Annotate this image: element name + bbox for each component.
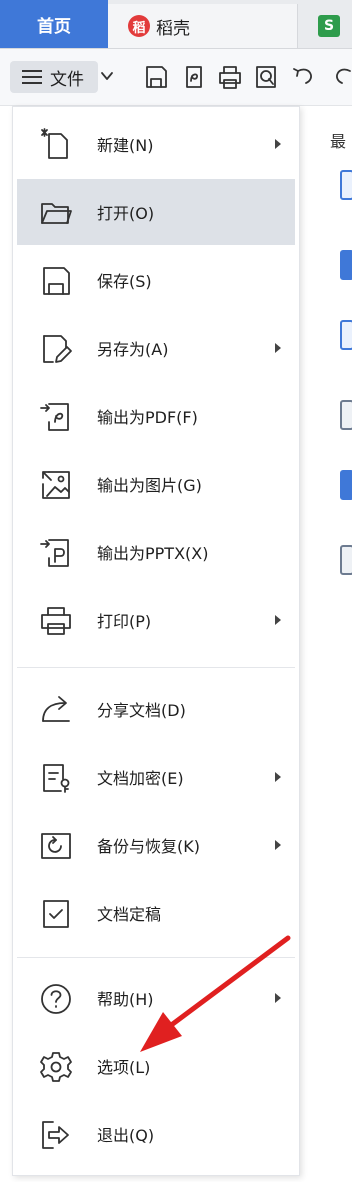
menu-item-finalize[interactable]: 文档定稿 — [17, 880, 295, 946]
help-icon — [41, 984, 71, 1014]
export-pdf-icon — [40, 403, 69, 431]
recent-label: 最 — [330, 132, 347, 151]
backup-restore-icon — [41, 833, 71, 859]
menu-item-print[interactable]: 打印(P) — [17, 587, 295, 653]
menu-item-label: 输出为图片(G) — [97, 476, 202, 495]
submenu-arrow-icon — [275, 139, 281, 149]
submenu-arrow-icon — [275, 772, 281, 782]
folder-open-icon — [41, 203, 72, 224]
submenu-arrow-icon — [275, 993, 281, 1003]
tab-home-label: 首页 — [37, 16, 71, 37]
gear-icon — [40, 1052, 72, 1082]
menu-item-encrypt[interactable]: 文档加密(E) — [17, 744, 295, 810]
print-preview-icon[interactable] — [252, 63, 280, 91]
menu-item-save-as[interactable]: 另存为(A) — [17, 315, 295, 381]
menu-item-label: 新建(N) — [97, 136, 154, 155]
tab-home[interactable]: 首页 — [0, 0, 108, 48]
doc-file-icon[interactable] — [340, 170, 352, 200]
menu-item-save[interactable]: 保存(S) — [17, 247, 295, 313]
menu-item-label: 分享文档(D) — [97, 701, 186, 720]
print-icon[interactable] — [216, 63, 244, 91]
submenu-arrow-icon — [275, 840, 281, 850]
menu-item-label: 打印(P) — [97, 612, 152, 631]
doc-file-icon[interactable] — [340, 470, 352, 500]
tab-daoke[interactable]: 稻 稻壳 — [108, 4, 298, 48]
hamburger-icon — [22, 70, 42, 84]
doc-file-icon[interactable] — [340, 545, 352, 575]
new-document-icon — [41, 128, 68, 159]
tab-bar: 首页 稻 稻壳 S — [0, 0, 352, 49]
menu-item-share[interactable]: 分享文档(D) — [17, 676, 295, 742]
save-as-icon — [43, 335, 72, 363]
menu-item-new[interactable]: 新建(N) — [17, 111, 295, 177]
file-menu: 新建(N) 打开(O) 保存(S) 另存为(A) 输出为PDF(F) 输出为图片… — [12, 106, 300, 1176]
share-icon — [42, 696, 70, 722]
menu-item-label: 输出为PDF(F) — [97, 408, 198, 427]
menu-item-export-pdf[interactable]: 输出为PDF(F) — [17, 383, 295, 449]
menu-item-label: 保存(S) — [97, 272, 152, 291]
menu-divider — [17, 957, 295, 958]
menu-item-export-pptx[interactable]: 输出为PPTX(X) — [17, 519, 295, 585]
undo-icon[interactable] — [290, 63, 318, 91]
menu-item-help[interactable]: 帮助(H) — [17, 965, 295, 1031]
menu-item-label: 选项(L) — [97, 1058, 151, 1077]
document-lock-icon — [43, 764, 70, 793]
submenu-arrow-icon — [275, 615, 281, 625]
daoke-logo-icon: 稻 — [128, 15, 150, 37]
spreadsheet-logo-icon: S — [318, 15, 340, 37]
menu-item-label: 退出(Q) — [97, 1126, 155, 1145]
menu-item-backup[interactable]: 备份与恢复(K) — [17, 812, 295, 878]
doc-file-icon[interactable] — [340, 400, 352, 430]
menu-item-label: 输出为PPTX(X) — [97, 544, 209, 563]
file-menu-label: 文件 — [50, 69, 84, 90]
tab-daoke-label: 稻壳 — [156, 18, 190, 39]
save-icon[interactable] — [142, 63, 170, 91]
chevron-down-icon[interactable] — [100, 69, 114, 83]
menu-item-open[interactable]: 打开(O) — [17, 179, 295, 245]
menu-item-exit[interactable]: 退出(Q) — [17, 1101, 295, 1167]
menu-divider — [17, 667, 295, 668]
menu-item-label: 帮助(H) — [97, 990, 154, 1009]
menu-item-label: 备份与恢复(K) — [97, 837, 200, 856]
menu-item-label: 另存为(A) — [97, 340, 169, 359]
save-icon — [43, 267, 70, 295]
file-menu-button[interactable]: 文件 — [10, 61, 98, 93]
redo-icon[interactable] — [330, 63, 352, 91]
quick-toolbar: 文件 — [0, 49, 352, 106]
export-pdf-icon[interactable] — [180, 63, 208, 91]
menu-item-options[interactable]: 选项(L) — [17, 1033, 295, 1099]
document-check-icon — [43, 900, 69, 928]
exit-icon — [42, 1121, 69, 1149]
tab-spreadsheet[interactable]: S — [298, 4, 352, 48]
export-pptx-icon — [40, 539, 69, 567]
export-image-icon — [42, 471, 70, 499]
menu-item-label: 打开(O) — [97, 204, 155, 223]
menu-item-label: 文档定稿 — [97, 905, 162, 924]
submenu-arrow-icon — [275, 343, 281, 353]
menu-item-label: 文档加密(E) — [97, 769, 184, 788]
doc-file-icon[interactable] — [340, 250, 352, 280]
doc-file-icon[interactable] — [340, 320, 352, 350]
menu-item-export-image[interactable]: 输出为图片(G) — [17, 451, 295, 517]
print-icon — [41, 607, 71, 635]
